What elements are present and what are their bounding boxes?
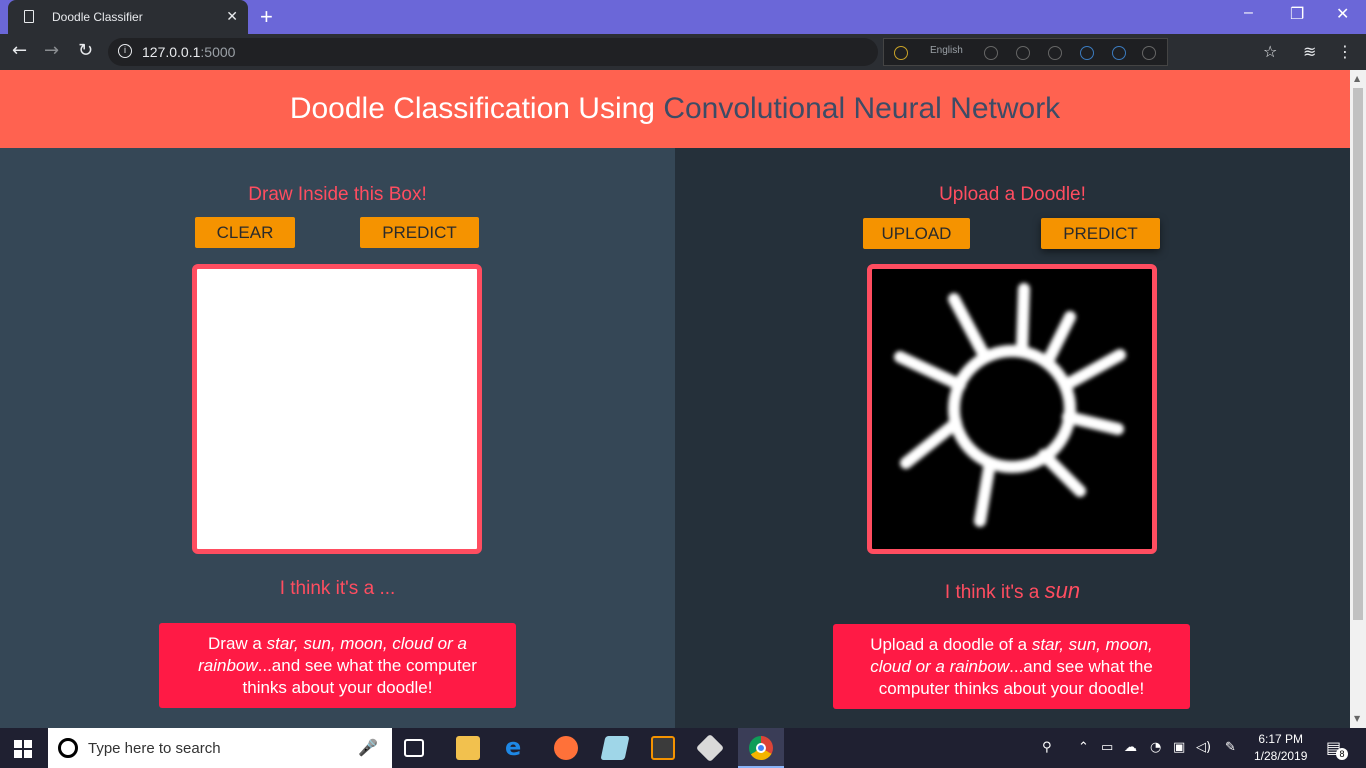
extension-icon[interactable] — [894, 46, 908, 60]
info-icon[interactable]: i — [118, 44, 132, 58]
scrollbar-thumb[interactable] — [1353, 88, 1363, 620]
page-icon — [24, 10, 34, 23]
browser-tab[interactable]: Doodle Classifier ✕ — [8, 0, 248, 34]
browser-tab-bar: Doodle Classifier ✕ + – ❐ ✕ — [0, 0, 1366, 34]
title-accent: Convolutional Neural Network — [663, 92, 1061, 125]
search-placeholder: Type here to search — [88, 740, 221, 757]
windows-start-icon[interactable] — [14, 740, 32, 758]
microphone-icon[interactable]: 🎤 — [358, 738, 378, 757]
restore-icon[interactable]: ❐ — [1290, 4, 1304, 24]
draw-panel-title: Draw Inside this Box! — [248, 184, 427, 205]
new-tab-icon[interactable]: + — [260, 4, 273, 30]
upload-panel: Upload a Doodle! UPLOAD PREDICT I think … — [675, 148, 1350, 728]
address-bar[interactable]: i 127.0.0.1:5000 — [108, 38, 878, 66]
sublime-text-icon[interactable] — [651, 736, 675, 760]
sun-doodle-icon — [894, 283, 1126, 527]
card-text: Upload a doodle of a — [870, 635, 1032, 654]
chrome-taskbar-button[interactable] — [738, 728, 784, 768]
people-icon[interactable]: ⚲ — [1042, 740, 1052, 755]
uploaded-doodle-image — [867, 264, 1157, 554]
prediction-value: sun — [1044, 578, 1081, 603]
notification-count-badge: 8 — [1336, 748, 1348, 760]
close-tab-icon[interactable]: ✕ — [226, 8, 238, 25]
draw-panel: Draw Inside this Box! CLEAR PREDICT I th… — [0, 148, 675, 728]
clock-date: 1/28/2019 — [1254, 749, 1308, 763]
scroll-up-icon[interactable]: ▲ — [1354, 74, 1360, 83]
forward-icon[interactable]: → — [44, 40, 59, 61]
pen-icon[interactable]: ✎ — [1225, 740, 1236, 755]
firefox-icon[interactable] — [554, 736, 578, 760]
card-text: Draw a — [208, 634, 267, 653]
prediction-prefix: I think it's a — [279, 578, 380, 599]
drawing-canvas[interactable] — [192, 264, 482, 554]
language-selector[interactable]: English — [930, 45, 963, 56]
cortana-icon — [58, 738, 78, 758]
upload-button[interactable]: UPLOAD — [863, 218, 970, 249]
page-scrollbar[interactable]: ▲ ▼ — [1350, 70, 1366, 728]
close-window-icon[interactable]: ✕ — [1336, 4, 1349, 24]
bookmark-star-icon[interactable]: ☆ — [1263, 42, 1277, 61]
file-explorer-icon[interactable] — [456, 736, 480, 760]
wifi-icon[interactable]: ◔ — [1150, 740, 1161, 755]
task-view-icon[interactable] — [404, 739, 424, 757]
back-icon[interactable]: ← — [12, 40, 27, 61]
onedrive-cloud-icon[interactable]: ☁ — [1124, 740, 1137, 755]
notes-app-icon[interactable] — [600, 736, 630, 760]
browser-toolbar: ← → ↻ i 127.0.0.1:5000 English ☆ ≋ ⋮ — [0, 34, 1366, 70]
show-hidden-icons-chevron-up-icon[interactable]: ⌃ — [1078, 740, 1089, 755]
taskbar: Type here to search 🎤 e ⚲ ⌃ ▭ ☁ ◔ ▣ ◁) ✎… — [0, 728, 1366, 768]
page-header: Doodle Classification Using Convolutiona… — [0, 70, 1350, 148]
tab-title: Doodle Classifier — [52, 10, 143, 24]
page-title: Doodle Classification Using Convolutiona… — [0, 70, 1350, 148]
card-text: ...and see what the computer thinks abou… — [242, 656, 477, 697]
extension-icon[interactable]: ≋ — [1303, 42, 1316, 61]
clear-button[interactable]: CLEAR — [195, 217, 295, 248]
taskbar-search[interactable]: Type here to search 🎤 — [48, 728, 392, 768]
help-icon[interactable] — [1112, 46, 1126, 60]
reload-icon[interactable]: ↻ — [78, 40, 93, 61]
extension-icon[interactable] — [1016, 46, 1030, 60]
title-main: Doodle Classification Using — [289, 92, 664, 125]
system-clock[interactable]: 6:17 PM 1/28/2019 — [1254, 731, 1307, 765]
predict-button[interactable]: PREDICT — [360, 217, 479, 248]
volume-icon[interactable]: ◁) — [1196, 740, 1211, 755]
clock-time: 6:17 PM — [1258, 732, 1304, 746]
prediction-text: I think it's a ... — [0, 578, 675, 600]
extension-icon[interactable] — [1080, 46, 1094, 60]
upload-panel-title: Upload a Doodle! — [939, 184, 1086, 205]
chrome-icon-center — [756, 743, 766, 753]
prediction-value: ... — [379, 578, 396, 599]
git-icon[interactable] — [695, 733, 725, 763]
scroll-down-icon[interactable]: ▼ — [1354, 714, 1360, 723]
gear-icon[interactable] — [1048, 46, 1062, 60]
extension-toolbar: English — [883, 38, 1168, 66]
url-host: 127.0.0.1 — [142, 44, 201, 60]
edge-icon[interactable]: e — [505, 735, 529, 760]
predict-button[interactable]: PREDICT — [1041, 218, 1160, 249]
prediction-prefix: I think it's a — [944, 582, 1045, 603]
minimize-icon[interactable]: – — [1244, 4, 1253, 22]
display-icon[interactable]: ▣ — [1173, 740, 1185, 755]
prediction-text: I think it's a sun — [675, 578, 1350, 604]
instruction-card: Draw a star, sun, moon, cloud or a rainb… — [159, 623, 516, 708]
url-port: :5000 — [200, 44, 236, 60]
extension-icon[interactable] — [984, 46, 998, 60]
info-icon[interactable] — [1142, 46, 1156, 60]
menu-icon[interactable]: ⋮ — [1337, 42, 1353, 61]
battery-icon[interactable]: ▭ — [1101, 740, 1113, 755]
instruction-card: Upload a doodle of a star, sun, moon, cl… — [833, 624, 1190, 709]
